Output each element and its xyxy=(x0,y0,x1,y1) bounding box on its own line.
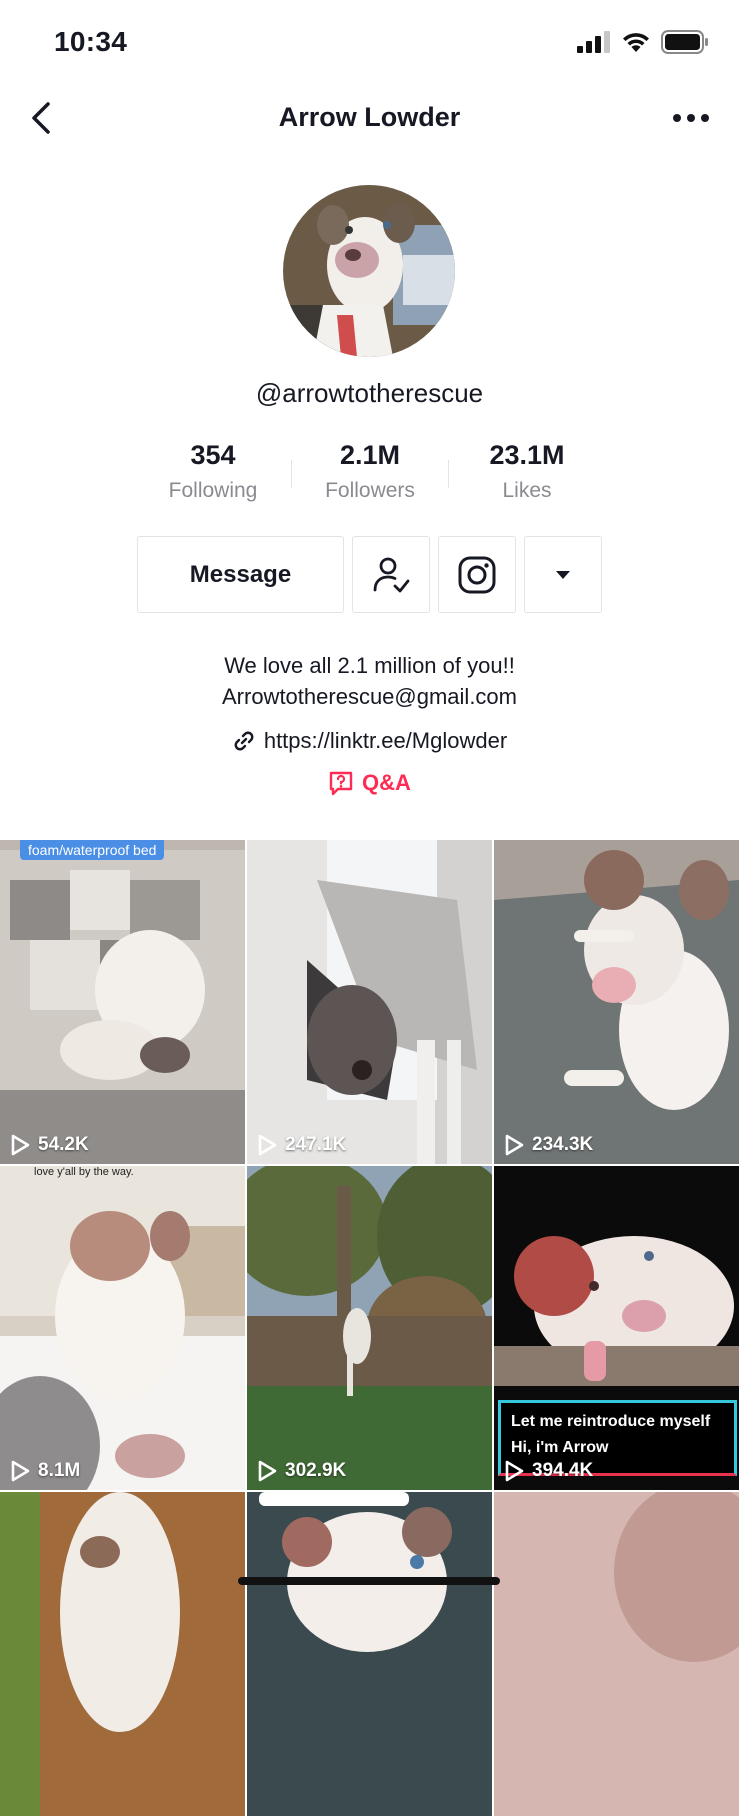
view-count: 8.1M xyxy=(10,1460,80,1482)
play-icon xyxy=(11,1460,30,1482)
following-status-button[interactable] xyxy=(352,536,430,613)
video-grid: foam/waterproof bed 54.2K 247.1K 234.3K … xyxy=(0,840,739,1816)
view-count-text: 234.3K xyxy=(532,1134,594,1155)
video-thumbnail[interactable] xyxy=(494,1492,739,1816)
video-caption: foam/waterproof bed xyxy=(20,840,165,860)
video-thumbnail[interactable]: Let me reintroduce myself Hi, i'm Arrow … xyxy=(494,1166,739,1490)
likes-label: Likes xyxy=(502,479,552,502)
bio-line: We love all 2.1 million of you!! xyxy=(224,653,515,678)
profile-link[interactable]: https://linktr.ee/Mglowder xyxy=(0,728,739,754)
status-bar: 10:34 xyxy=(0,0,739,88)
status-time: 10:34 xyxy=(54,26,128,57)
play-icon xyxy=(505,1134,524,1156)
more-options-icon[interactable] xyxy=(671,100,711,136)
page-title: Arrow Lowder xyxy=(278,102,461,132)
wifi-icon xyxy=(623,33,649,52)
play-icon xyxy=(258,1134,277,1156)
video-thumbnail[interactable]: 302.9K xyxy=(247,1166,492,1490)
cellular-signal-icon xyxy=(577,31,610,53)
profile-stats: 354 Following 2.1M Followers 23.1M Likes xyxy=(135,440,605,506)
caption-line: Let me reintroduce myself xyxy=(511,1413,711,1430)
caret-down-icon xyxy=(556,570,570,579)
link-icon xyxy=(234,731,254,751)
video-thumbnail[interactable]: 234.3K xyxy=(494,840,739,1164)
profile-actions: Message xyxy=(137,536,602,614)
view-count-text: 394.4K xyxy=(532,1460,594,1481)
play-icon xyxy=(11,1134,30,1156)
followers-stat[interactable]: 2.1M Followers xyxy=(292,440,448,506)
play-icon xyxy=(258,1460,277,1482)
link-text: https://linktr.ee/Mglowder xyxy=(263,728,508,753)
bio-email: Arrowtotherescue@gmail.com xyxy=(222,684,517,709)
view-count-text: 8.1M xyxy=(38,1460,81,1481)
suggested-accounts-dropdown-button[interactable] xyxy=(524,536,602,613)
video-thumbnail[interactable] xyxy=(247,1492,492,1816)
user-check-icon xyxy=(373,557,410,592)
profile-header: Arrow Lowder xyxy=(0,88,739,148)
profile-bio: We love all 2.1 million of you!! Arrowto… xyxy=(0,650,739,712)
instagram-button[interactable] xyxy=(438,536,516,613)
profile-username: @arrowtotherescue xyxy=(255,378,484,408)
likes-stat[interactable]: 23.1M Likes xyxy=(449,440,605,506)
question-bubble-icon xyxy=(329,771,353,796)
video-thumbnail[interactable]: foam/waterproof bed 54.2K xyxy=(0,840,245,1164)
view-count-text: 54.2K xyxy=(38,1134,89,1155)
likes-count: 23.1M xyxy=(489,440,565,470)
caption-line: Hi, i'm Arrow xyxy=(511,1439,609,1456)
followers-count: 2.1M xyxy=(339,440,401,470)
qa-label: Q&A xyxy=(362,770,411,795)
video-caption: love y'all by the way. xyxy=(34,1166,134,1178)
following-count: 354 xyxy=(190,440,236,470)
status-icons xyxy=(577,30,709,54)
followers-label: Followers xyxy=(325,479,415,502)
view-count: 54.2K xyxy=(10,1134,89,1156)
video-thumbnail[interactable] xyxy=(0,1492,245,1816)
following-label: Following xyxy=(168,479,258,502)
view-count-text: 247.1K xyxy=(285,1134,347,1155)
view-count-text: 302.9K xyxy=(285,1460,347,1481)
home-indicator xyxy=(238,1577,500,1585)
profile-avatar[interactable] xyxy=(283,185,455,357)
view-count: 247.1K xyxy=(257,1134,346,1156)
view-count: 302.9K xyxy=(257,1460,346,1482)
battery-icon xyxy=(661,30,708,54)
video-thumbnail[interactable]: 247.1K xyxy=(247,840,492,1164)
view-count: 394.4K xyxy=(504,1460,593,1482)
message-button[interactable]: Message xyxy=(137,536,344,613)
qa-link[interactable]: Q&A xyxy=(0,770,739,796)
instagram-icon xyxy=(458,556,496,593)
following-stat[interactable]: 354 Following xyxy=(135,440,291,506)
view-count: 234.3K xyxy=(504,1134,593,1156)
video-thumbnail[interactable]: love y'all by the way. 8.1M xyxy=(0,1166,245,1490)
play-icon xyxy=(505,1460,524,1482)
